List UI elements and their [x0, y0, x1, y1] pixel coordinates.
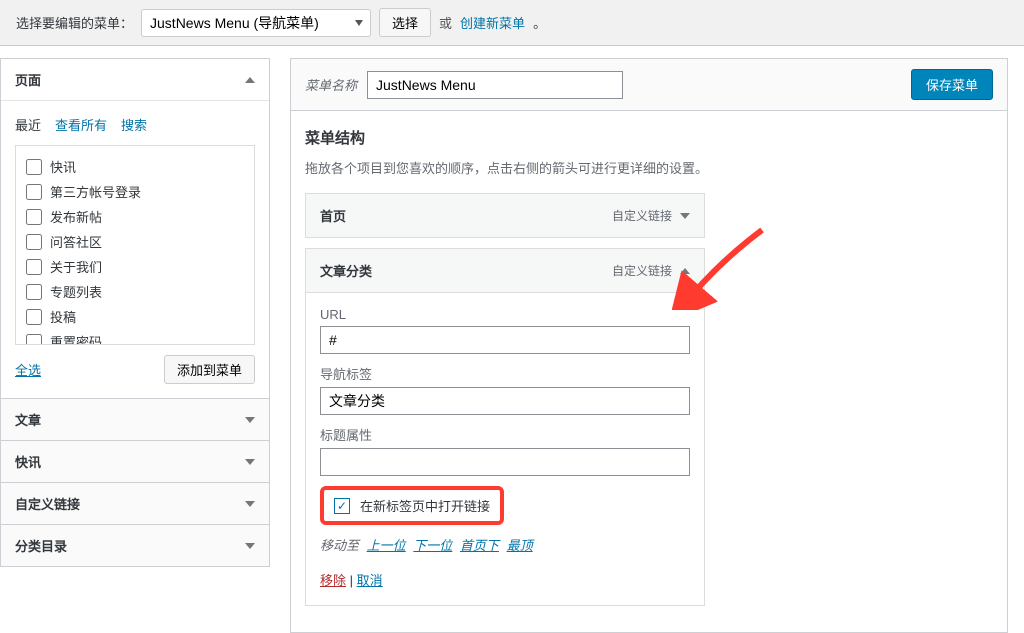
page-checkbox[interactable] [26, 284, 42, 300]
tab-recent[interactable]: 最近 [15, 111, 41, 139]
menu-name-input[interactable] [367, 71, 623, 99]
list-item: 关于我们 [26, 254, 244, 279]
url-label: URL [320, 307, 690, 322]
open-new-tab-label: 在新标签页中打开链接 [360, 496, 490, 515]
url-input[interactable] [320, 326, 690, 354]
sidebar-panel-posts[interactable]: 文章 [1, 399, 269, 440]
page-checkbox[interactable] [26, 334, 42, 346]
move-up-link[interactable]: 上一位 [367, 538, 406, 553]
cancel-link[interactable]: 取消 [357, 573, 383, 588]
page-checkbox-list: 快讯 第三方帐号登录 发布新帖 问答社区 关于我们 专题列表 投稿 重置密码 [15, 145, 255, 345]
move-top-link[interactable]: 最顶 [507, 538, 533, 553]
select-all-link[interactable]: 全选 [15, 360, 41, 379]
list-item: 专题列表 [26, 279, 244, 304]
page-checkbox[interactable] [26, 209, 42, 225]
menu-item-category-body: URL 导航标签 标题属性 ✓ 在新标签页中打开链接 [306, 292, 704, 605]
tab-view-all[interactable]: 查看所有 [55, 111, 107, 139]
open-new-tab-checkbox[interactable]: ✓ [334, 498, 350, 514]
menu-selector-bar: 选择要编辑的菜单： JustNews Menu (导航菜单) 选择 或 创建新菜… [0, 0, 1024, 46]
move-down-link[interactable]: 下一位 [413, 538, 452, 553]
list-item: 快讯 [26, 154, 244, 179]
page-checkbox[interactable] [26, 309, 42, 325]
menu-select-label: 选择要编辑的菜单： [16, 13, 133, 32]
tab-search[interactable]: 搜索 [121, 111, 147, 139]
pages-tabs: 最近 查看所有 搜索 [15, 111, 255, 139]
sidebar-panel-pages[interactable]: 页面 [1, 59, 269, 101]
chevron-down-icon [245, 417, 255, 423]
or-text: 或 [439, 13, 452, 32]
menu-item-category: 文章分类 自定义链接 URL 导航标签 [305, 248, 705, 606]
menu-select-dropdown[interactable]: JustNews Menu (导航菜单) [141, 9, 371, 37]
page-checkbox[interactable] [26, 184, 42, 200]
chevron-down-icon [245, 459, 255, 465]
chevron-up-icon [680, 268, 690, 274]
page-checkbox[interactable] [26, 159, 42, 175]
chevron-down-icon [245, 543, 255, 549]
menu-item-home: 首页 自定义链接 [305, 193, 705, 238]
structure-desc: 拖放各个项目到您喜欢的顺序，点击右侧的箭头可进行更详细的设置。 [305, 158, 993, 177]
list-item: 发布新帖 [26, 204, 244, 229]
list-item: 投稿 [26, 304, 244, 329]
sidebar-panel-categories[interactable]: 分类目录 [1, 525, 269, 566]
move-under-link[interactable]: 首页下 [460, 538, 499, 553]
period: 。 [533, 13, 546, 32]
menu-header: 菜单名称 保存菜单 [290, 58, 1008, 111]
sidebar-panel-news[interactable]: 快讯 [1, 441, 269, 482]
sidebar-panel-custom-links[interactable]: 自定义链接 [1, 483, 269, 524]
page-checkbox[interactable] [26, 259, 42, 275]
save-menu-button[interactable]: 保存菜单 [911, 69, 993, 100]
move-row: 移动至 上一位 下一位 首页下 最顶 [320, 535, 690, 554]
list-item: 第三方帐号登录 [26, 179, 244, 204]
pages-panel-body: 最近 查看所有 搜索 快讯 第三方帐号登录 发布新帖 问答社区 关于我们 专题列… [1, 101, 269, 398]
content-area: 菜单名称 保存菜单 菜单结构 拖放各个项目到您喜欢的顺序，点击右侧的箭头可进行更… [290, 58, 1008, 633]
structure-title: 菜单结构 [305, 127, 993, 148]
chevron-down-icon [245, 501, 255, 507]
create-new-menu-link[interactable]: 创建新菜单 [460, 13, 525, 32]
title-attr-input[interactable] [320, 448, 690, 476]
menu-name-label: 菜单名称 [305, 75, 357, 94]
list-item: 问答社区 [26, 229, 244, 254]
menu-structure: 菜单结构 拖放各个项目到您喜欢的顺序，点击右侧的箭头可进行更详细的设置。 首页 … [290, 111, 1008, 633]
list-item: 重置密码 [26, 329, 244, 345]
sidebar: 页面 最近 查看所有 搜索 快讯 第三方帐号登录 发布新帖 问答社区 关于我们 [0, 58, 270, 633]
page-checkbox[interactable] [26, 234, 42, 250]
remove-link[interactable]: 移除 [320, 573, 346, 588]
chevron-down-icon [680, 213, 690, 219]
menu-item-home-header[interactable]: 首页 自定义链接 [306, 194, 704, 237]
chevron-up-icon [245, 77, 255, 83]
select-menu-button[interactable]: 选择 [379, 8, 431, 37]
highlighted-checkbox-area: ✓ 在新标签页中打开链接 [320, 486, 504, 525]
add-to-menu-button[interactable]: 添加到菜单 [164, 355, 255, 384]
title-attr-label: 标题属性 [320, 425, 690, 444]
remove-row: 移除 | 取消 [320, 570, 690, 589]
nav-label-label: 导航标签 [320, 364, 690, 383]
nav-label-input[interactable] [320, 387, 690, 415]
menu-item-category-header[interactable]: 文章分类 自定义链接 [306, 249, 704, 292]
